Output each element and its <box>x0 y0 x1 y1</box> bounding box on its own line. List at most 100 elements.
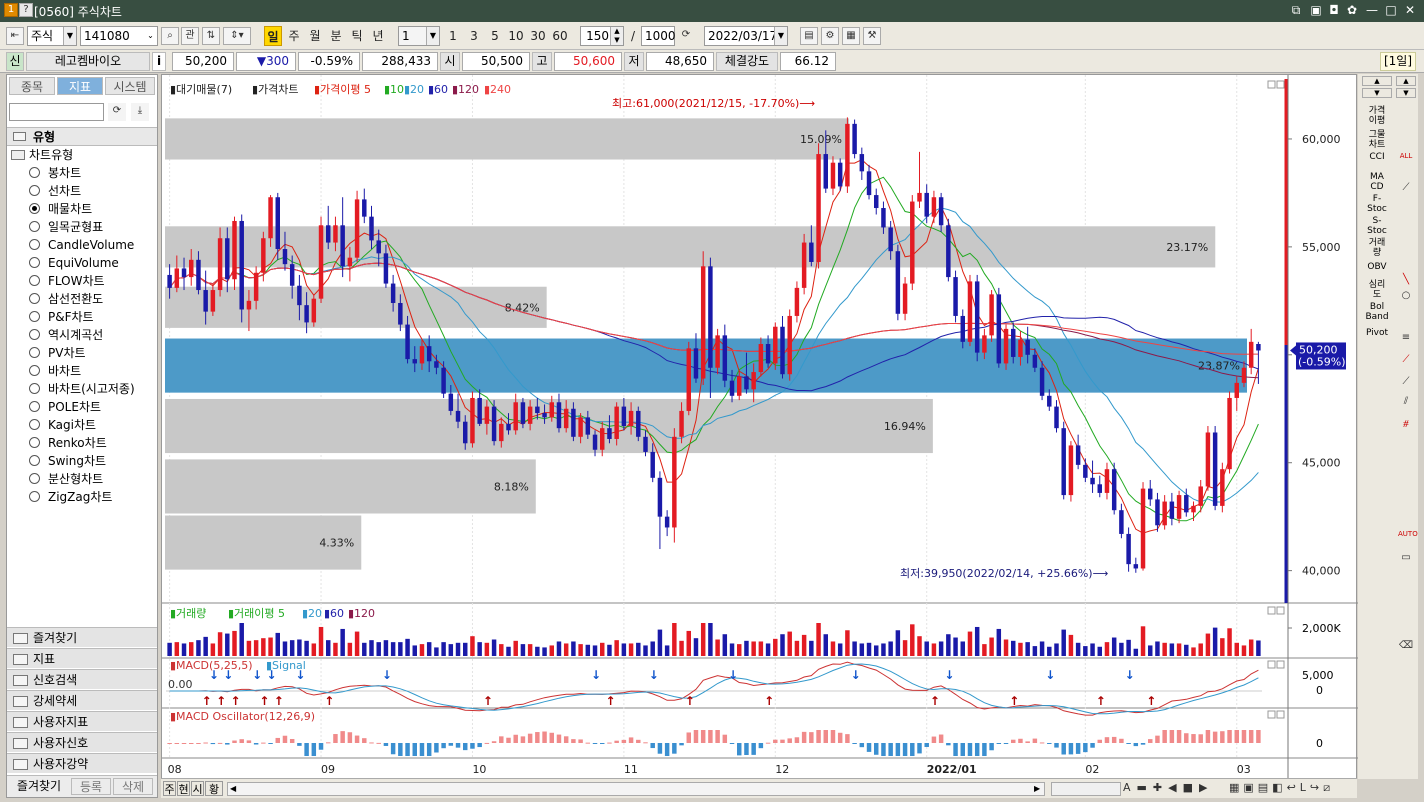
acc-strength[interactable]: 강세약세 <box>7 690 157 710</box>
total-input[interactable]: 1000 <box>641 26 676 46</box>
settings-icon[interactable]: ⚙ <box>821 27 839 45</box>
tab-system[interactable]: 시스템 <box>105 77 155 95</box>
indicator-button[interactable]: 가격 이평 <box>1362 106 1392 126</box>
market-select[interactable]: 주식 ▼ <box>27 26 77 46</box>
acc-user-signal[interactable]: 사용자신호 <box>7 732 157 752</box>
radio-icon[interactable] <box>29 167 40 178</box>
section-type[interactable]: 유형 <box>7 127 157 146</box>
horizontal-scrollbar[interactable]: ◀ ▶ <box>227 782 1045 796</box>
price-chart-svg[interactable]: 15.09%23.17%8.42%23.87%16.94%8.18%4.33% … <box>162 75 1358 780</box>
radio-icon[interactable] <box>29 221 40 232</box>
all-icon[interactable]: ALL <box>1398 152 1414 166</box>
period-day[interactable]: 일 <box>264 26 282 46</box>
acc-indicators[interactable]: 지표 <box>7 648 157 668</box>
info-icon[interactable]: i <box>152 52 166 71</box>
indicator-button[interactable]: CCI <box>1362 152 1392 162</box>
period-tick[interactable]: 틱 <box>348 26 366 46</box>
tab-status[interactable]: 황 <box>205 781 223 796</box>
acc-user-strength[interactable]: 사용자강약 <box>7 753 157 773</box>
tab-current[interactable]: 현 <box>177 781 190 796</box>
parallel-icon[interactable]: ≡ <box>1398 332 1414 346</box>
period-week[interactable]: 주 <box>285 26 303 46</box>
chart-type-option[interactable]: Kagi차트 <box>29 417 96 434</box>
chart-type-option[interactable]: 삼선전환도 <box>29 291 103 308</box>
panel-up-icon[interactable]: ▲ <box>1396 76 1416 86</box>
chart-type-option[interactable]: Renko차트 <box>29 435 107 452</box>
tools-icon[interactable]: ⚒ <box>863 27 881 45</box>
chart-type-option[interactable]: EquiVolume <box>29 255 119 272</box>
radio-icon[interactable] <box>29 185 40 196</box>
gann-icon[interactable]: ⫽ <box>1398 396 1414 410</box>
tab-market[interactable]: 시 <box>191 781 204 796</box>
radio-icon[interactable] <box>29 239 40 250</box>
radio-icon[interactable] <box>29 383 40 394</box>
save-icon[interactable]: ▣ <box>1308 2 1324 19</box>
radio-icon[interactable] <box>29 491 40 502</box>
period-month[interactable]: 월 <box>306 26 324 46</box>
eraser-icon[interactable]: ⌫ <box>1398 640 1414 654</box>
radio-icon[interactable] <box>29 347 40 358</box>
radio-icon[interactable] <box>29 419 40 430</box>
refresh-icon[interactable]: ⟳ <box>677 27 695 45</box>
chart-icon[interactable]: ▤ <box>800 27 818 45</box>
chart-type-option[interactable]: PV차트 <box>29 345 86 362</box>
scroll-right-icon[interactable]: ▶ <box>1034 784 1040 793</box>
step-icon[interactable]: ⇕▾ <box>223 27 251 45</box>
indicator-button[interactable]: OBV <box>1362 262 1392 272</box>
panel-toggle-icon[interactable]: ⇤ <box>6 27 24 45</box>
scroll-down-icon[interactable]: ▼ <box>1362 88 1392 98</box>
indicator-button[interactable]: MA CD <box>1362 172 1392 192</box>
reload-icon[interactable]: ⟳ <box>108 103 126 121</box>
indicator-button[interactable]: S- Stoc <box>1362 216 1392 236</box>
acc-user-indicator[interactable]: 사용자지표 <box>7 711 157 731</box>
scroll-up-icon[interactable]: ▲ <box>1362 76 1392 86</box>
scroll-left-icon[interactable]: ◀ <box>230 784 236 793</box>
radio-icon[interactable] <box>29 365 40 376</box>
radio-icon[interactable] <box>29 275 40 286</box>
grid-tool-icon[interactable]: ⧣ <box>1398 418 1414 432</box>
indicator-button[interactable]: 심리 도 <box>1362 280 1392 300</box>
radio-icon[interactable] <box>29 401 40 412</box>
save-chart-icon[interactable]: ▦ <box>842 27 860 45</box>
chart-type-option[interactable]: CandleVolume <box>29 237 134 254</box>
circle-tool-icon[interactable]: ○ <box>1398 290 1414 304</box>
chart-type-option[interactable]: 매물차트 <box>29 201 92 218</box>
link-icon[interactable]: ⧉ <box>1288 2 1304 19</box>
interval-10[interactable]: 10 <box>506 26 526 46</box>
zoom-slider[interactable] <box>1051 782 1121 796</box>
export-tools[interactable]: ▦▣▤◧↩L↪⧄ <box>1229 781 1334 795</box>
radio-icon[interactable] <box>29 455 40 466</box>
trend-icon[interactable]: ⟋ <box>1398 182 1414 196</box>
tab-main[interactable]: 주 <box>163 781 176 796</box>
acc-favorites[interactable]: 즐겨찾기 <box>7 627 157 647</box>
fibo-icon[interactable]: ⟋ <box>1398 354 1414 368</box>
period-year[interactable]: 년 <box>369 26 387 46</box>
gear-icon[interactable]: ✿ <box>1344 2 1360 19</box>
footer-delete[interactable]: 삭제 <box>113 778 153 795</box>
window-icon[interactable]: ▭ <box>1398 552 1414 566</box>
chart-type-option[interactable]: P&F차트 <box>29 309 94 326</box>
indicator-search-input[interactable] <box>9 103 104 121</box>
indicator-button[interactable]: Pivot <box>1362 328 1392 338</box>
help-icon[interactable]: ? <box>19 3 33 17</box>
radio-icon[interactable] <box>29 329 40 340</box>
line-tool-icon[interactable]: ╲ <box>1398 274 1414 288</box>
camera-icon[interactable]: ◘ <box>1326 2 1342 19</box>
search-icon[interactable]: ⌕ <box>161 27 179 45</box>
interval-30[interactable]: 30 <box>528 26 548 46</box>
acc-signal-search[interactable]: 신호검색 <box>7 669 157 689</box>
download-icon[interactable]: ⤓ <box>131 103 149 121</box>
chart-type-option[interactable]: 일목균형표 <box>29 219 103 236</box>
chart-type-option[interactable]: 분산형차트 <box>29 471 103 488</box>
symbol-input[interactable]: 141080 ⌄ <box>80 26 158 46</box>
interval-1[interactable]: 1 <box>444 26 462 46</box>
maximize-icon[interactable]: □ <box>1383 2 1399 19</box>
chart-type-option[interactable]: FLOW차트 <box>29 273 105 290</box>
interval-select[interactable]: 1 ▼ <box>398 26 440 46</box>
bottom-tools[interactable]: A▬✚◀■▶ <box>1123 781 1213 794</box>
chart-type-option[interactable]: Swing차트 <box>29 453 106 470</box>
minimize-icon[interactable]: — <box>1364 2 1380 19</box>
date-select[interactable]: 2022/03/17 ▼ <box>704 26 788 46</box>
auto-icon[interactable]: AUTO <box>1398 530 1418 544</box>
radio-icon[interactable] <box>29 257 40 268</box>
